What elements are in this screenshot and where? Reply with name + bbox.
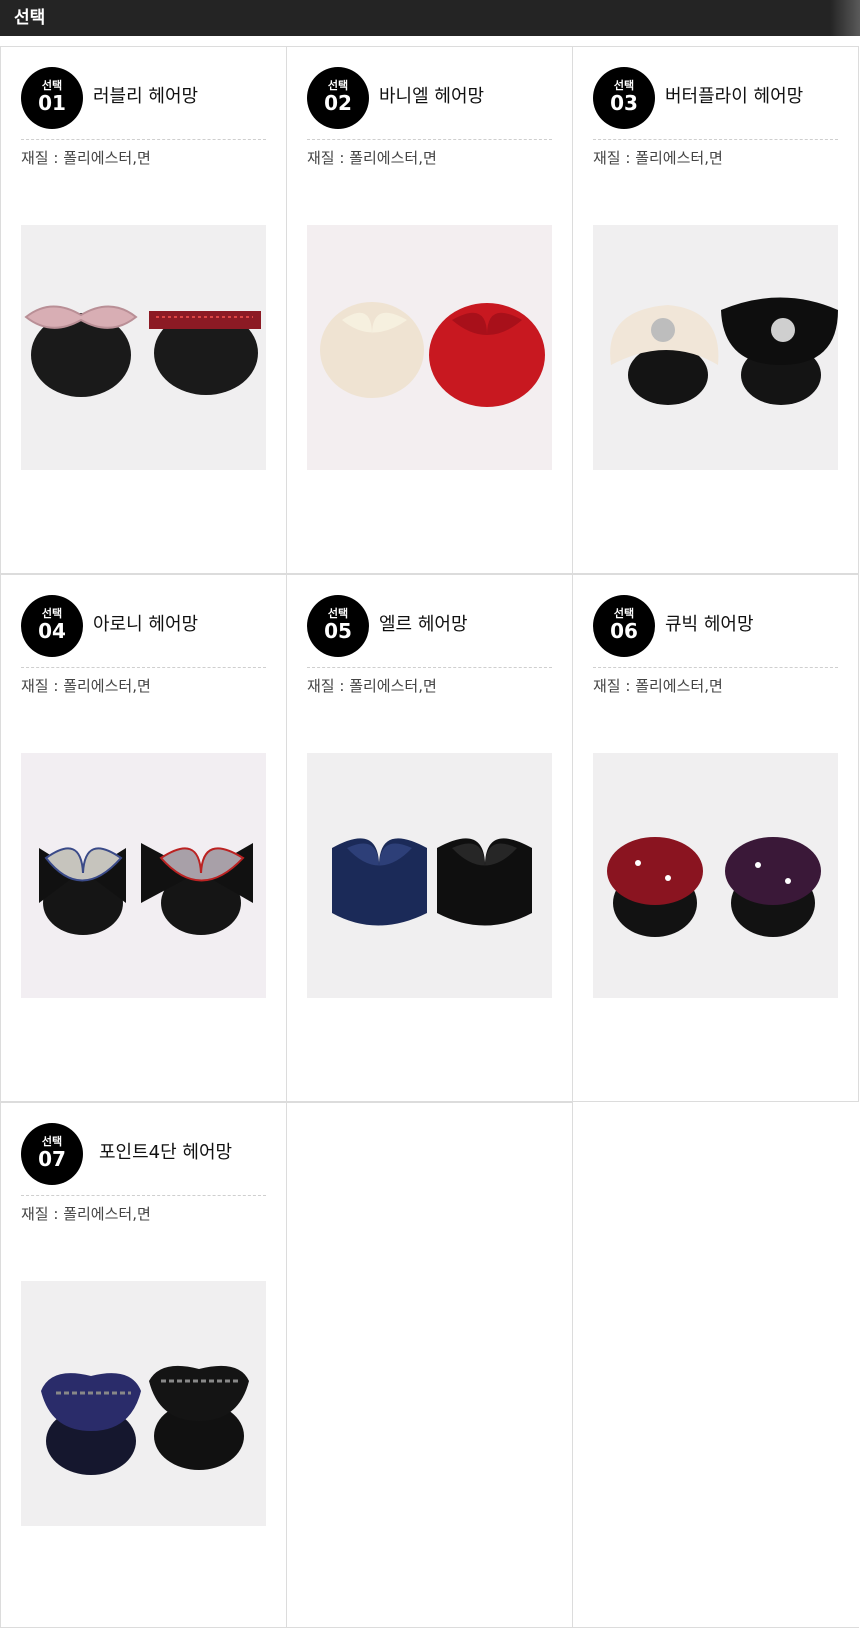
product-photo[interactable] [21, 753, 266, 998]
section-header: 선택 [0, 0, 860, 36]
badge-number: 02 [324, 91, 352, 115]
divider [593, 667, 838, 668]
product-card-01[interactable]: 선택 01 러블리 헤어망 재질 : 폴리에스터,면 [0, 46, 287, 574]
product-photo[interactable] [593, 753, 838, 998]
product-name: 버터플라이 헤어망 [665, 86, 804, 107]
product-card-07[interactable]: 선택 07 포인트4단 헤어망 재질 : 폴리에스터,면 [0, 1102, 287, 1628]
product-material: 재질 : 폴리에스터,면 [307, 149, 437, 167]
product-material: 재질 : 폴리에스터,면 [307, 677, 437, 695]
divider [21, 139, 266, 140]
product-card-02[interactable]: 선택 02 바니엘 헤어망 재질 : 폴리에스터,면 [286, 46, 573, 574]
product-card-03[interactable]: 선택 03 버터플라이 헤어망 재질 : 폴리에스터,면 [572, 46, 859, 574]
product-photo[interactable] [21, 225, 266, 470]
product-photo[interactable] [593, 225, 838, 470]
option-badge: 선택 06 [593, 595, 655, 657]
divider [21, 667, 266, 668]
option-badge: 선택 02 [307, 67, 369, 129]
divider [21, 1195, 266, 1196]
product-name: 러블리 헤어망 [93, 86, 199, 107]
section-title: 선택 [14, 8, 46, 28]
product-card-05[interactable]: 선택 05 엘르 헤어망 재질 : 폴리에스터,면 [286, 574, 573, 1102]
product-name: 엘르 헤어망 [379, 614, 468, 635]
product-card-06[interactable]: 선택 06 큐빅 헤어망 재질 : 폴리에스터,면 [572, 574, 859, 1102]
empty-cell [286, 1102, 573, 1628]
product-name: 아로니 헤어망 [93, 614, 199, 635]
option-badge: 선택 01 [21, 67, 83, 129]
empty-cell [572, 1102, 859, 1628]
product-material: 재질 : 폴리에스터,면 [21, 1205, 151, 1223]
product-photo[interactable] [307, 753, 552, 998]
option-badge: 선택 07 [21, 1123, 83, 1185]
product-photo[interactable] [307, 225, 552, 470]
badge-number: 03 [610, 91, 638, 115]
badge-number: 06 [610, 619, 638, 643]
badge-number: 05 [324, 619, 352, 643]
product-material: 재질 : 폴리에스터,면 [593, 677, 723, 695]
badge-number: 01 [38, 91, 66, 115]
option-badge: 선택 03 [593, 67, 655, 129]
option-badge: 선택 04 [21, 595, 83, 657]
product-name: 큐빅 헤어망 [665, 614, 754, 635]
option-badge: 선택 05 [307, 595, 369, 657]
badge-number: 04 [38, 619, 66, 643]
product-material: 재질 : 폴리에스터,면 [21, 677, 151, 695]
product-photo[interactable] [21, 1281, 266, 1526]
product-material: 재질 : 폴리에스터,면 [593, 149, 723, 167]
divider [307, 667, 552, 668]
divider [307, 139, 552, 140]
divider [593, 139, 838, 140]
header-shade [830, 0, 860, 36]
product-name: 포인트4단 헤어망 [99, 1142, 233, 1163]
product-name: 바니엘 헤어망 [379, 86, 485, 107]
product-card-04[interactable]: 선택 04 아로니 헤어망 재질 : 폴리에스터,면 [0, 574, 287, 1102]
badge-number: 07 [38, 1147, 66, 1171]
product-material: 재질 : 폴리에스터,면 [21, 149, 151, 167]
